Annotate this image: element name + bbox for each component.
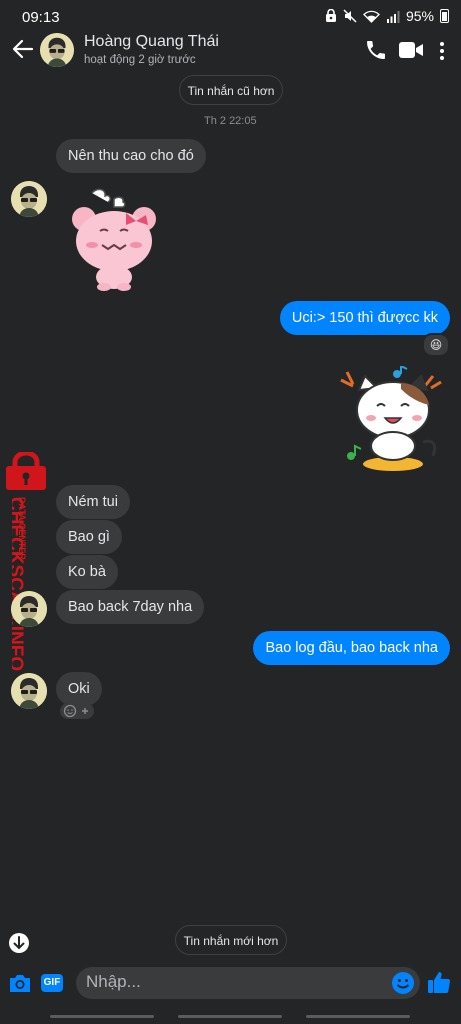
vpn-icon (325, 9, 336, 22)
older-messages-button[interactable]: Tin nhắn cũ hơn (179, 75, 283, 105)
wifi-icon (363, 10, 380, 23)
nav-segment (306, 1015, 410, 1018)
phone-icon[interactable] (364, 38, 388, 62)
message-outgoing[interactable]: Bao log đầu, bao back nha (253, 631, 450, 665)
sender-avatar[interactable] (11, 181, 47, 217)
system-nav-bar (0, 1008, 461, 1024)
reaction-laugh-icon[interactable]: 😆 (422, 333, 450, 357)
contact-avatar[interactable] (40, 33, 74, 67)
status-icons: 95% (325, 8, 449, 24)
add-reaction-button[interactable] (60, 703, 94, 719)
svg-text:CHECKSCAM.INFO: CHECKSCAM.INFO (12, 497, 26, 671)
sender-avatar[interactable] (11, 673, 47, 709)
nav-segment (50, 1015, 154, 1018)
back-arrow-icon[interactable] (10, 36, 36, 62)
signal-icon (386, 10, 400, 23)
sender-avatar[interactable] (11, 591, 47, 627)
message-outgoing[interactable]: Uci:> 150 thì đượcc kk (279, 301, 450, 335)
status-bar: 09:13 95% (0, 0, 461, 34)
message-incoming[interactable]: Nên thu cao cho đó (56, 139, 206, 173)
mute-icon (343, 9, 357, 23)
newer-messages-button[interactable]: Tin nhắn mới hơn (175, 925, 287, 955)
status-time: 09:13 (22, 9, 60, 26)
happy-cat-sticker[interactable] (337, 366, 451, 476)
lock-icon (6, 452, 46, 490)
message-incoming[interactable]: Oki (56, 672, 102, 706)
scroll-down-icon[interactable] (8, 932, 30, 954)
battery-percent: 95% (405, 8, 434, 24)
emoji-icon[interactable] (391, 971, 415, 995)
message-incoming[interactable]: Bao back 7day nha (56, 590, 205, 624)
watermark-text: DATA CENTER CHECKSCAM.INFO (12, 497, 27, 671)
nav-segment (178, 1015, 282, 1018)
message-incoming[interactable]: Bao gì (56, 520, 122, 554)
more-vertical-icon[interactable] (436, 40, 448, 62)
contact-name[interactable]: Hoàng Quang Thái (84, 33, 219, 51)
message-input-placeholder: Nhập... (86, 972, 141, 991)
pink-bear-sticker[interactable] (66, 185, 162, 293)
message-timestamp: Th 2 22:05 (204, 115, 257, 127)
message-incoming[interactable]: Ko bà (56, 555, 118, 589)
battery-icon (440, 9, 449, 23)
camera-icon[interactable] (8, 972, 32, 994)
video-camera-icon[interactable] (398, 39, 424, 61)
contact-status: hoạt động 2 giờ trước (84, 54, 196, 66)
gif-button[interactable]: GIF (41, 974, 63, 992)
thumbs-up-icon[interactable] (427, 970, 451, 994)
message-incoming[interactable]: Ném tui (56, 485, 130, 519)
smile-plus-icon (63, 704, 88, 718)
